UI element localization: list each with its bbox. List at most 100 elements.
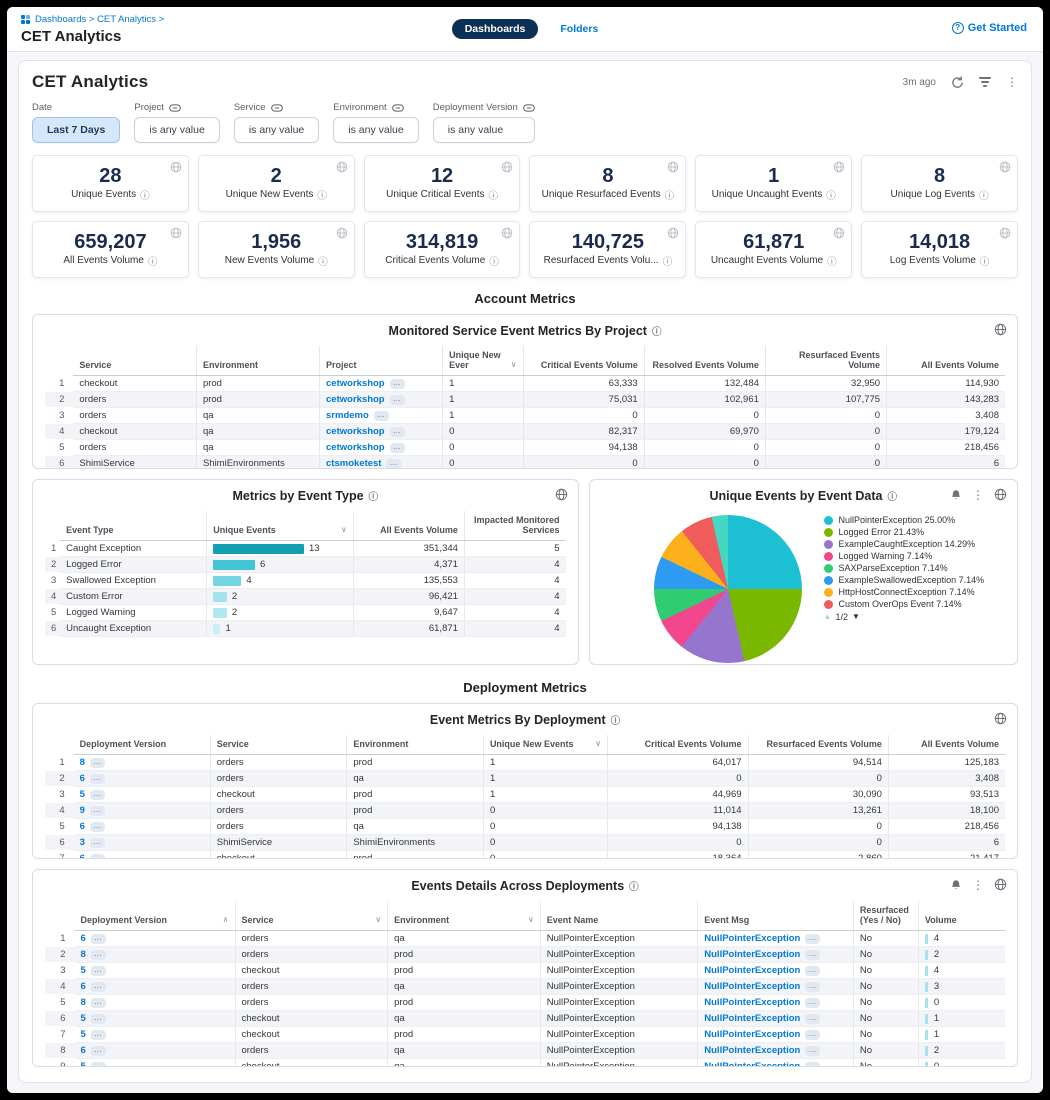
globe-icon[interactable] [833, 161, 845, 173]
column-header[interactable]: Environment [196, 346, 319, 376]
table-row[interactable]: 75…checkoutprodNullPointerExceptionNullP… [45, 1027, 1005, 1043]
cell-link[interactable]: 8 [81, 997, 86, 1008]
table-row[interactable]: 1Caught Exception13351,3445 [45, 541, 566, 557]
cell-link[interactable]: 5 [81, 965, 86, 976]
info-icon[interactable]: ⓘ [489, 254, 499, 268]
overflow-pill[interactable]: … [91, 966, 106, 976]
overflow-pill[interactable]: … [90, 806, 105, 816]
globe-icon[interactable] [170, 161, 182, 173]
table-row[interactable]: 2ordersprodcetworkshop…175,031102,961107… [45, 392, 1005, 408]
info-icon[interactable]: ⓘ [148, 254, 158, 268]
overflow-pill[interactable]: … [91, 950, 106, 960]
table-row[interactable]: 65…checkoutqaNullPointerExceptionNullPoi… [45, 1011, 1005, 1027]
column-header[interactable]: Deployment Version [74, 735, 211, 755]
column-header[interactable]: All Events Volume [353, 511, 464, 541]
metric-card[interactable]: 314,819 Critical Events Volumeⓘ [364, 221, 521, 278]
table-row[interactable]: 6ShimiServiceShimiEnvironmentsctsmoketes… [45, 456, 1005, 470]
globe-icon[interactable] [994, 878, 1007, 891]
cell-link[interactable]: 5 [81, 1013, 86, 1024]
column-header[interactable]: Event Type [60, 511, 207, 541]
table-row[interactable]: 3Swallowed Exception4135,5534 [45, 573, 566, 589]
globe-icon[interactable] [667, 227, 679, 239]
globe-icon[interactable] [336, 161, 348, 173]
column-header[interactable]: Environment∨ [388, 901, 541, 931]
cell-link[interactable]: NullPointerException [704, 965, 800, 976]
filter-value-chip[interactable]: is any value [234, 117, 319, 143]
overflow-pill[interactable]: … [91, 998, 106, 1008]
sort-down-icon[interactable]: ∨ [528, 915, 534, 924]
column-header[interactable]: Resurfaced Events Volume [765, 346, 886, 376]
column-header[interactable]: Resurfaced(Yes / No) [853, 901, 918, 931]
info-icon[interactable]: ⓘ [663, 254, 673, 268]
metric-card[interactable]: 61,871 Uncaught Events Volumeⓘ [695, 221, 852, 278]
filter-value-chip[interactable]: is any value [333, 117, 418, 143]
cell-link[interactable]: cetworkshop [326, 394, 385, 405]
info-icon[interactable]: ⓘ [140, 188, 150, 202]
column-header[interactable]: Event Name [540, 901, 698, 931]
cell-link[interactable]: NullPointerException [704, 1045, 800, 1056]
overflow-pill[interactable]: … [91, 1062, 106, 1067]
column-header[interactable]: Resurfaced Events Volume [748, 735, 888, 755]
cell-link[interactable]: NullPointerException [704, 981, 800, 992]
cell-link[interactable]: NullPointerException [704, 933, 800, 944]
table-row[interactable]: 49…ordersprod011,01413,26118,100 [45, 803, 1005, 819]
column-header[interactable]: Unique Events∨ [207, 511, 354, 541]
legend-item[interactable]: Logged Warning 7.14% [824, 551, 1001, 562]
cell-link[interactable]: NullPointerException [704, 997, 800, 1008]
column-header[interactable]: Environment [347, 735, 484, 755]
filter-value-chip[interactable]: is any value [433, 117, 535, 143]
table-row[interactable]: 3ordersqasrmdemo…10003,408 [45, 408, 1005, 424]
globe-icon[interactable] [999, 161, 1011, 173]
metric-card[interactable]: 8 Unique Resurfaced Eventsⓘ [529, 155, 686, 212]
table-row[interactable]: 5Logged Warning29,6474 [45, 605, 566, 621]
column-header[interactable]: All Events Volume [887, 346, 1005, 376]
cell-link[interactable]: ctsmoketest [326, 458, 381, 469]
overflow-pill[interactable]: … [390, 443, 405, 453]
cell-link[interactable]: NullPointerException [704, 949, 800, 960]
info-icon[interactable]: ⓘ [665, 188, 675, 202]
legend-item[interactable]: NullPointerException 25.00% [824, 515, 1001, 526]
sort-down-icon[interactable]: ∨ [595, 739, 601, 748]
globe-icon[interactable] [555, 488, 568, 501]
table-row[interactable]: 63…ShimiServiceShimiEnvironments0006 [45, 835, 1005, 851]
legend-item[interactable]: ExampleCaughtException 14.29% [824, 539, 1001, 550]
table-row[interactable]: 95…checkoutqaNullPointerExceptionNullPoi… [45, 1059, 1005, 1068]
cell-link[interactable]: NullPointerException [704, 1061, 800, 1067]
tab-folders[interactable]: Folders [560, 23, 598, 35]
overflow-pill[interactable]: … [90, 774, 105, 784]
kebab-menu-icon[interactable]: ⋮ [972, 880, 984, 890]
refresh-icon[interactable] [951, 76, 964, 89]
column-header[interactable]: Unique New Ever∨ [443, 346, 523, 376]
cell-link[interactable]: srmdemo [326, 410, 369, 421]
table-row[interactable]: 5ordersqacetworkshop…094,13800218,456 [45, 440, 1005, 456]
overflow-pill[interactable]: … [390, 379, 405, 389]
table-row[interactable]: 18…ordersprod164,01794,514125,183 [45, 755, 1005, 771]
overflow-pill[interactable]: … [805, 1062, 820, 1067]
metric-card[interactable]: 1,956 New Events Volumeⓘ [198, 221, 355, 278]
cell-link[interactable]: 6 [81, 1045, 86, 1056]
globe-icon[interactable] [833, 227, 845, 239]
cell-link[interactable]: 6 [80, 773, 85, 784]
cell-link[interactable]: cetworkshop [326, 442, 385, 453]
overflow-pill[interactable]: … [805, 1046, 820, 1056]
info-icon[interactable]: ⓘ [979, 188, 989, 202]
filter-icon[interactable] [979, 77, 991, 87]
overflow-pill[interactable]: … [90, 790, 105, 800]
metric-card[interactable]: 2 Unique New Eventsⓘ [198, 155, 355, 212]
legend-item[interactable]: SAXParseException 7.14% [824, 563, 1001, 574]
sort-down-icon[interactable]: ∨ [341, 525, 347, 534]
overflow-pill[interactable]: … [91, 1014, 106, 1024]
cell-link[interactable]: 6 [80, 853, 85, 859]
cell-link[interactable]: 6 [81, 933, 86, 944]
table-row[interactable]: 86…ordersqaNullPointerExceptionNullPoint… [45, 1043, 1005, 1059]
overflow-pill[interactable]: … [805, 982, 820, 992]
table-row[interactable]: 58…ordersprodNullPointerExceptionNullPoi… [45, 995, 1005, 1011]
globe-icon[interactable] [999, 227, 1011, 239]
globe-icon[interactable] [994, 488, 1007, 501]
cell-link[interactable]: NullPointerException [704, 1029, 800, 1040]
column-header[interactable]: Impacted Monitored Services [464, 511, 565, 541]
overflow-pill[interactable]: … [374, 411, 389, 421]
cell-link[interactable]: 6 [81, 981, 86, 992]
cell-link[interactable]: 6 [80, 821, 85, 832]
table-row[interactable]: 16…ordersqaNullPointerExceptionNullPoint… [45, 931, 1005, 947]
